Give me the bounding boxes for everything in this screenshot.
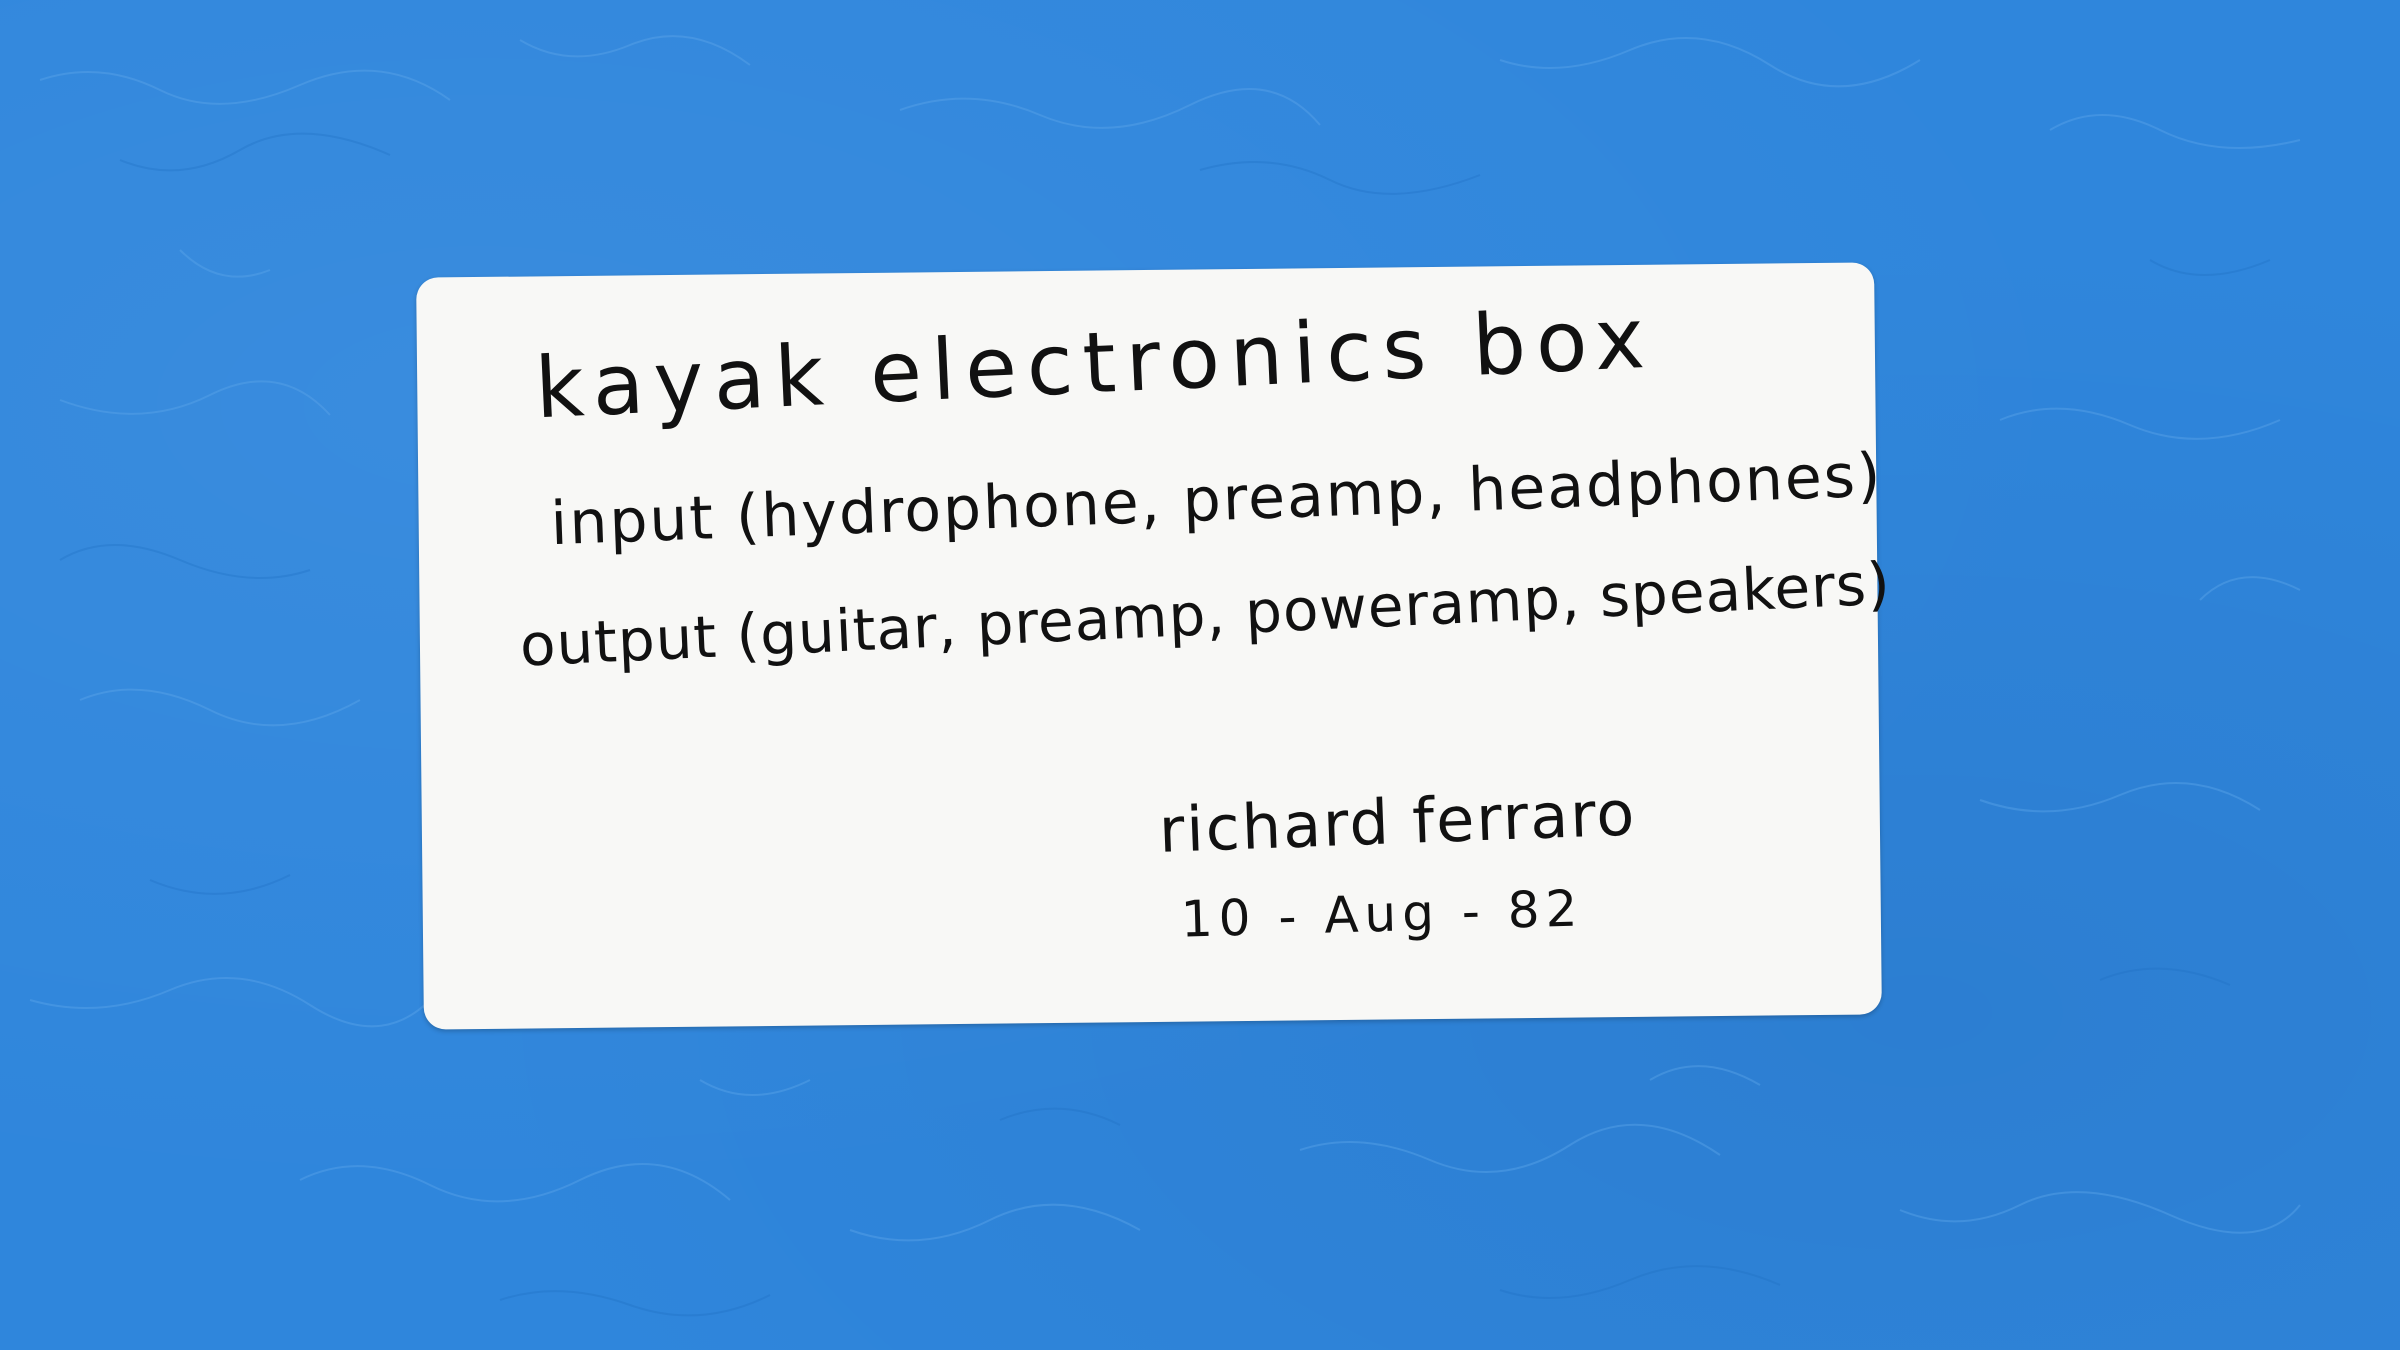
label-input-line: input (hydrophone, preamp, headphones) — [549, 440, 1884, 560]
paper-label: kayak electronics box input (hydrophone,… — [416, 262, 1892, 1030]
label-signature: richard ferraro — [1157, 776, 1638, 867]
label-title: kayak electronics box — [533, 288, 1657, 438]
label-output-line: output (guitar, preamp, poweramp, speake… — [518, 549, 1893, 680]
label-date: 10 - Aug - 82 — [1180, 879, 1585, 949]
